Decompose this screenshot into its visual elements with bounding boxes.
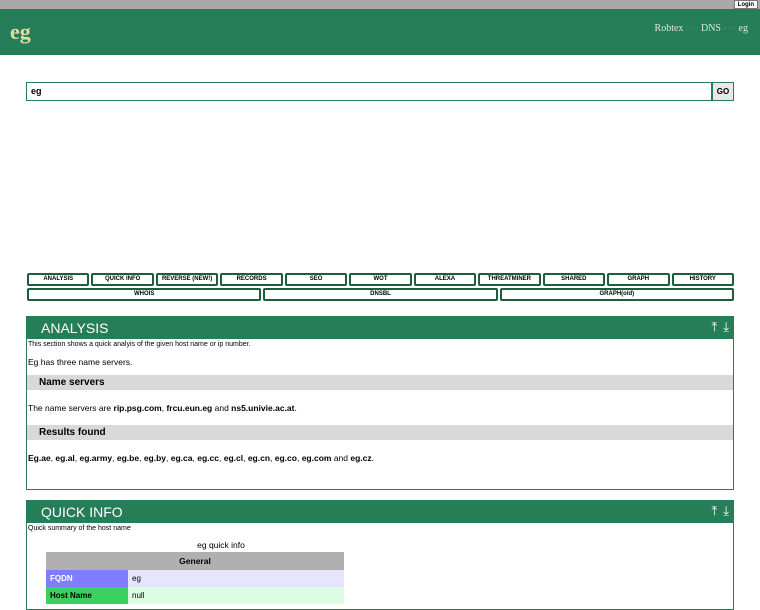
tab-whois[interactable]: WHOIS (27, 288, 262, 301)
tab-row: WHOIS DNSBL GRAPH(old) (27, 288, 734, 301)
ns-link[interactable]: rip.psg.com (114, 403, 162, 413)
ns-separator: and (212, 403, 232, 413)
result-link[interactable]: eg.ca (171, 453, 193, 463)
quickinfo-table: General FQDN eg Host Name null (46, 552, 344, 604)
result-link[interactable]: eg.be (117, 453, 139, 463)
result-link[interactable]: Eg.ae (28, 453, 51, 463)
name-servers-text: The name servers are rip.psg.com, frcu.e… (28, 403, 732, 413)
tab-alexa[interactable]: ALEXA (413, 273, 477, 286)
search-bar: eg GO (26, 82, 734, 101)
row-key: Host Name (46, 587, 128, 604)
quickinfo-header: QUICK INFO ⤒ ⤓ (27, 501, 733, 523)
section-tabs: ANALYSIS QUICK INFO REVERSE (NEW!) RECORDS S… (27, 273, 734, 303)
ns-link[interactable]: ns5.univie.ac.at (231, 403, 294, 413)
result-link[interactable]: eg.com (302, 453, 332, 463)
analysis-summary: Eg has three name servers. (28, 357, 133, 367)
tab-records[interactable]: RECORDS (220, 273, 283, 286)
analysis-description: This section shows a quick analyis of th… (28, 341, 251, 348)
tab-quick-info[interactable]: QUICK INFO (91, 273, 154, 286)
result-link[interactable]: eg.cc (197, 453, 219, 463)
row-value: eg (128, 570, 344, 587)
breadcrumb-dns[interactable]: DNS (701, 23, 721, 34)
result-link[interactable]: eg.cl (224, 453, 243, 463)
tab-seo[interactable]: SEO (284, 273, 348, 286)
results-heading: Results found (27, 425, 733, 440)
tab-reverse-new[interactable]: REVERSE (NEW!) (155, 273, 219, 286)
result-link[interactable]: eg.cn (248, 453, 270, 463)
ns-link[interactable]: frcu.eun.eg (166, 403, 212, 413)
analysis-panel: ANALYSIS ⤒ ⤓ This section shows a quick a… (26, 316, 734, 490)
tab-dnsbl[interactable]: DNSBL (263, 288, 498, 301)
breadcrumb-robtex[interactable]: Robtex (655, 23, 684, 34)
quickinfo-table-title: eg quick info (197, 540, 245, 550)
tab-threatminer[interactable]: THREATMINER (478, 273, 541, 286)
tab-row: ANALYSIS QUICK INFO REVERSE (NEW!) RECORDS S… (27, 273, 734, 286)
table-row: Host Name null (46, 587, 344, 604)
tab-analysis[interactable]: ANALYSIS (27, 273, 90, 286)
result-suffix: . (371, 453, 375, 463)
results-text: Eg.ae, eg.al, eg.army, eg.be, eg.by, eg.… (28, 453, 732, 463)
result-link[interactable]: eg.army (80, 453, 113, 463)
row-value: null (128, 587, 344, 604)
analysis-title: ANALYSIS (41, 320, 109, 336)
tab-wot[interactable]: WOT (349, 273, 412, 286)
search-input[interactable]: eg (26, 82, 712, 101)
table-section-header: General (46, 552, 344, 570)
tab-graph-old[interactable]: GRAPH(old) (499, 288, 734, 301)
row-key: FQDN (46, 570, 128, 587)
result-link[interactable]: eg.co (275, 453, 297, 463)
panel-controls: ⤒ ⤓ (706, 319, 730, 335)
to-top-icon[interactable]: ⤒ (712, 319, 718, 334)
login-button[interactable]: Login (733, 0, 758, 9)
quickinfo-title: QUICK INFO (41, 504, 123, 520)
breadcrumb-separator: >>> (685, 24, 699, 33)
name-servers-heading: Name servers (27, 375, 733, 390)
breadcrumb: Robtex >>> DNS >>> eg (655, 23, 748, 34)
tab-shared[interactable]: SHARED (542, 273, 606, 286)
top-bar: Login (0, 0, 760, 9)
result-separator: and (331, 453, 351, 463)
site-header: eg Robtex >>> DNS >>> eg (0, 9, 760, 55)
result-link[interactable]: eg.al (55, 453, 74, 463)
result-link[interactable]: eg.cz (350, 453, 371, 463)
site-brand[interactable]: eg (10, 19, 31, 45)
analysis-header: ANALYSIS ⤒ ⤓ (27, 317, 733, 339)
quickinfo-description: Quick summary of the host name (28, 525, 131, 532)
to-top-icon[interactable]: ⤒ (712, 503, 718, 518)
go-button[interactable]: GO (712, 82, 734, 101)
tab-graph[interactable]: GRAPH (607, 273, 670, 286)
quickinfo-panel: QUICK INFO ⤒ ⤓ Quick summary of the host … (26, 500, 734, 610)
result-link[interactable]: eg.by (144, 453, 166, 463)
breadcrumb-eg[interactable]: eg (739, 23, 748, 34)
to-bottom-icon[interactable]: ⤓ (723, 503, 729, 518)
ns-prefix: The name servers are (28, 403, 114, 413)
ns-suffix: . (294, 403, 297, 413)
to-bottom-icon[interactable]: ⤓ (723, 319, 729, 334)
tab-history[interactable]: HISTORY (671, 273, 734, 286)
breadcrumb-separator: >>> (723, 24, 737, 33)
table-row: FQDN eg (46, 570, 344, 587)
panel-controls: ⤒ ⤓ (706, 503, 730, 519)
